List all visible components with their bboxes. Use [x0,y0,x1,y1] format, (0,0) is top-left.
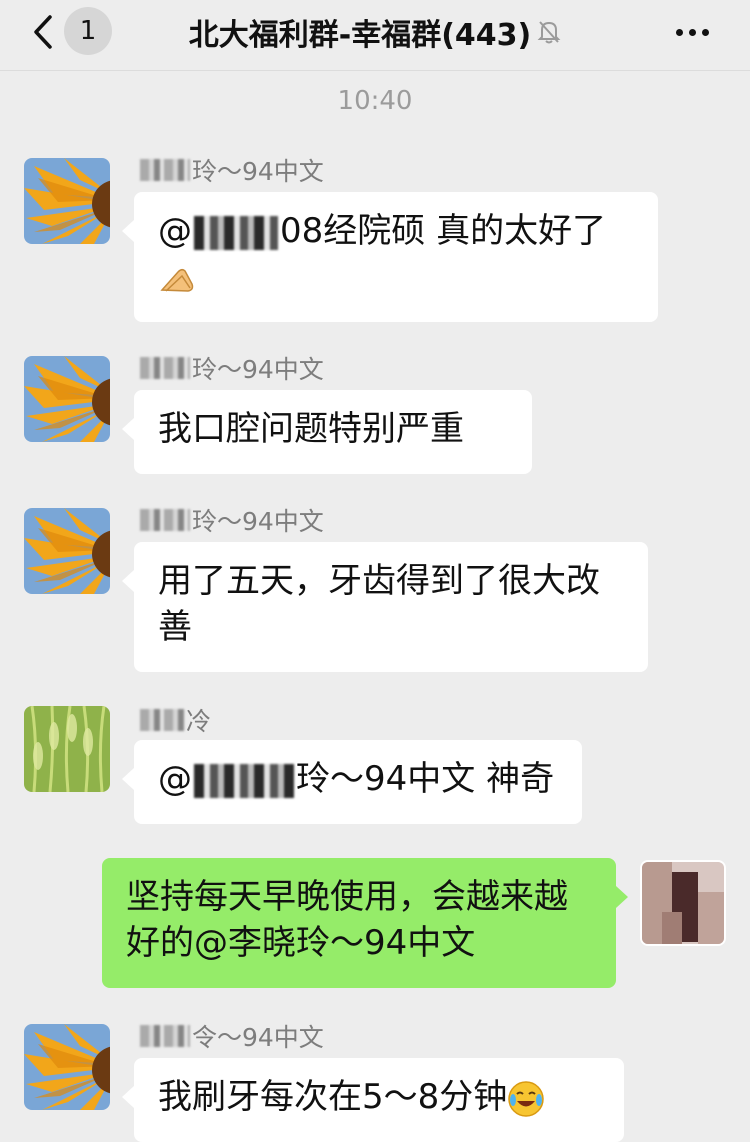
more-options-button[interactable] [670,14,714,50]
sender-name-text: 玲～94中文 [192,157,324,186]
sender-name: 冷 [140,702,211,738]
pray-hands-emoji [160,268,194,292]
message-bubble[interactable]: 用了五天，牙齿得到了很大改善 [122,542,648,672]
wheat-avatar-image [24,706,110,792]
chat-header: 1 北大福利群-幸福群(443) [0,0,750,71]
back-button[interactable] [28,12,58,52]
sender-name-text: 令～94中文 [192,1023,324,1052]
unread-count-badge[interactable]: 1 [64,7,112,55]
my-avatar[interactable] [640,860,726,946]
message-bubble[interactable]: @ 玲～94中文 神奇 [122,740,582,824]
more-dot [675,28,683,36]
blurred-name-part [140,509,190,531]
message-timestamp: 10:40 [337,86,413,116]
message-text: 我刷牙每次在5～8分钟 [158,1077,508,1117]
chat-title: 北大福利群-幸福群(443) [188,18,532,53]
chevron-left-icon [34,15,52,49]
message-bubble[interactable]: 我口腔问题特别严重 [122,390,532,474]
sunflower-avatar-image [24,356,110,442]
mention-at: @ [158,211,192,251]
more-dot [688,28,696,36]
chat-title-wrap: 北大福利群-幸福群(443) [160,10,590,54]
more-dot [701,28,709,36]
message-text: 坚持每天早晚使用，会越来越好的@李晓玲～94中文 [126,877,568,963]
sunflower-avatar-image [24,158,110,244]
avatar[interactable] [24,1024,110,1110]
blurred-name-part [140,357,190,379]
message-text: 用了五天，牙齿得到了很大改善 [158,561,600,647]
avatar[interactable] [24,706,110,792]
avatar[interactable] [24,356,110,442]
blurred-mention [194,763,294,798]
blurred-name-part [140,159,190,181]
blurred-name-part [140,709,184,731]
sender-name: 玲～94中文 [140,152,324,188]
bell-off-icon [537,19,561,45]
sunflower-avatar-image [24,1024,110,1110]
message-bubble[interactable]: @08经院硕 真的太好了 [122,192,658,322]
message-text: 玲～94中文 神奇 [296,759,555,799]
blurred-avatar-image [642,862,724,944]
sender-name: 令～94中文 [140,1018,324,1054]
sender-name-text: 玲～94中文 [192,355,324,384]
message-text: 08经院硕 真的太好了 [280,211,607,251]
sunflower-avatar-image [24,508,110,594]
sender-name-text: 冷 [186,707,212,736]
outgoing-message-bubble[interactable]: 坚持每天早晚使用，会越来越好的@李晓玲～94中文 [102,858,628,988]
avatar[interactable] [24,158,110,244]
avatar[interactable] [24,508,110,594]
sender-name-text: 玲～94中文 [192,507,324,536]
blurred-mention [194,215,278,250]
message-bubble[interactable]: 我刷牙每次在5～8分钟 [122,1058,624,1142]
sender-name: 玲～94中文 [140,502,324,538]
sender-name: 玲～94中文 [140,350,324,386]
mention-at: @ [158,759,192,799]
message-text: 我口腔问题特别严重 [158,409,464,449]
blurred-name-part [140,1025,190,1047]
crying-laughing-emoji [508,1080,545,1117]
